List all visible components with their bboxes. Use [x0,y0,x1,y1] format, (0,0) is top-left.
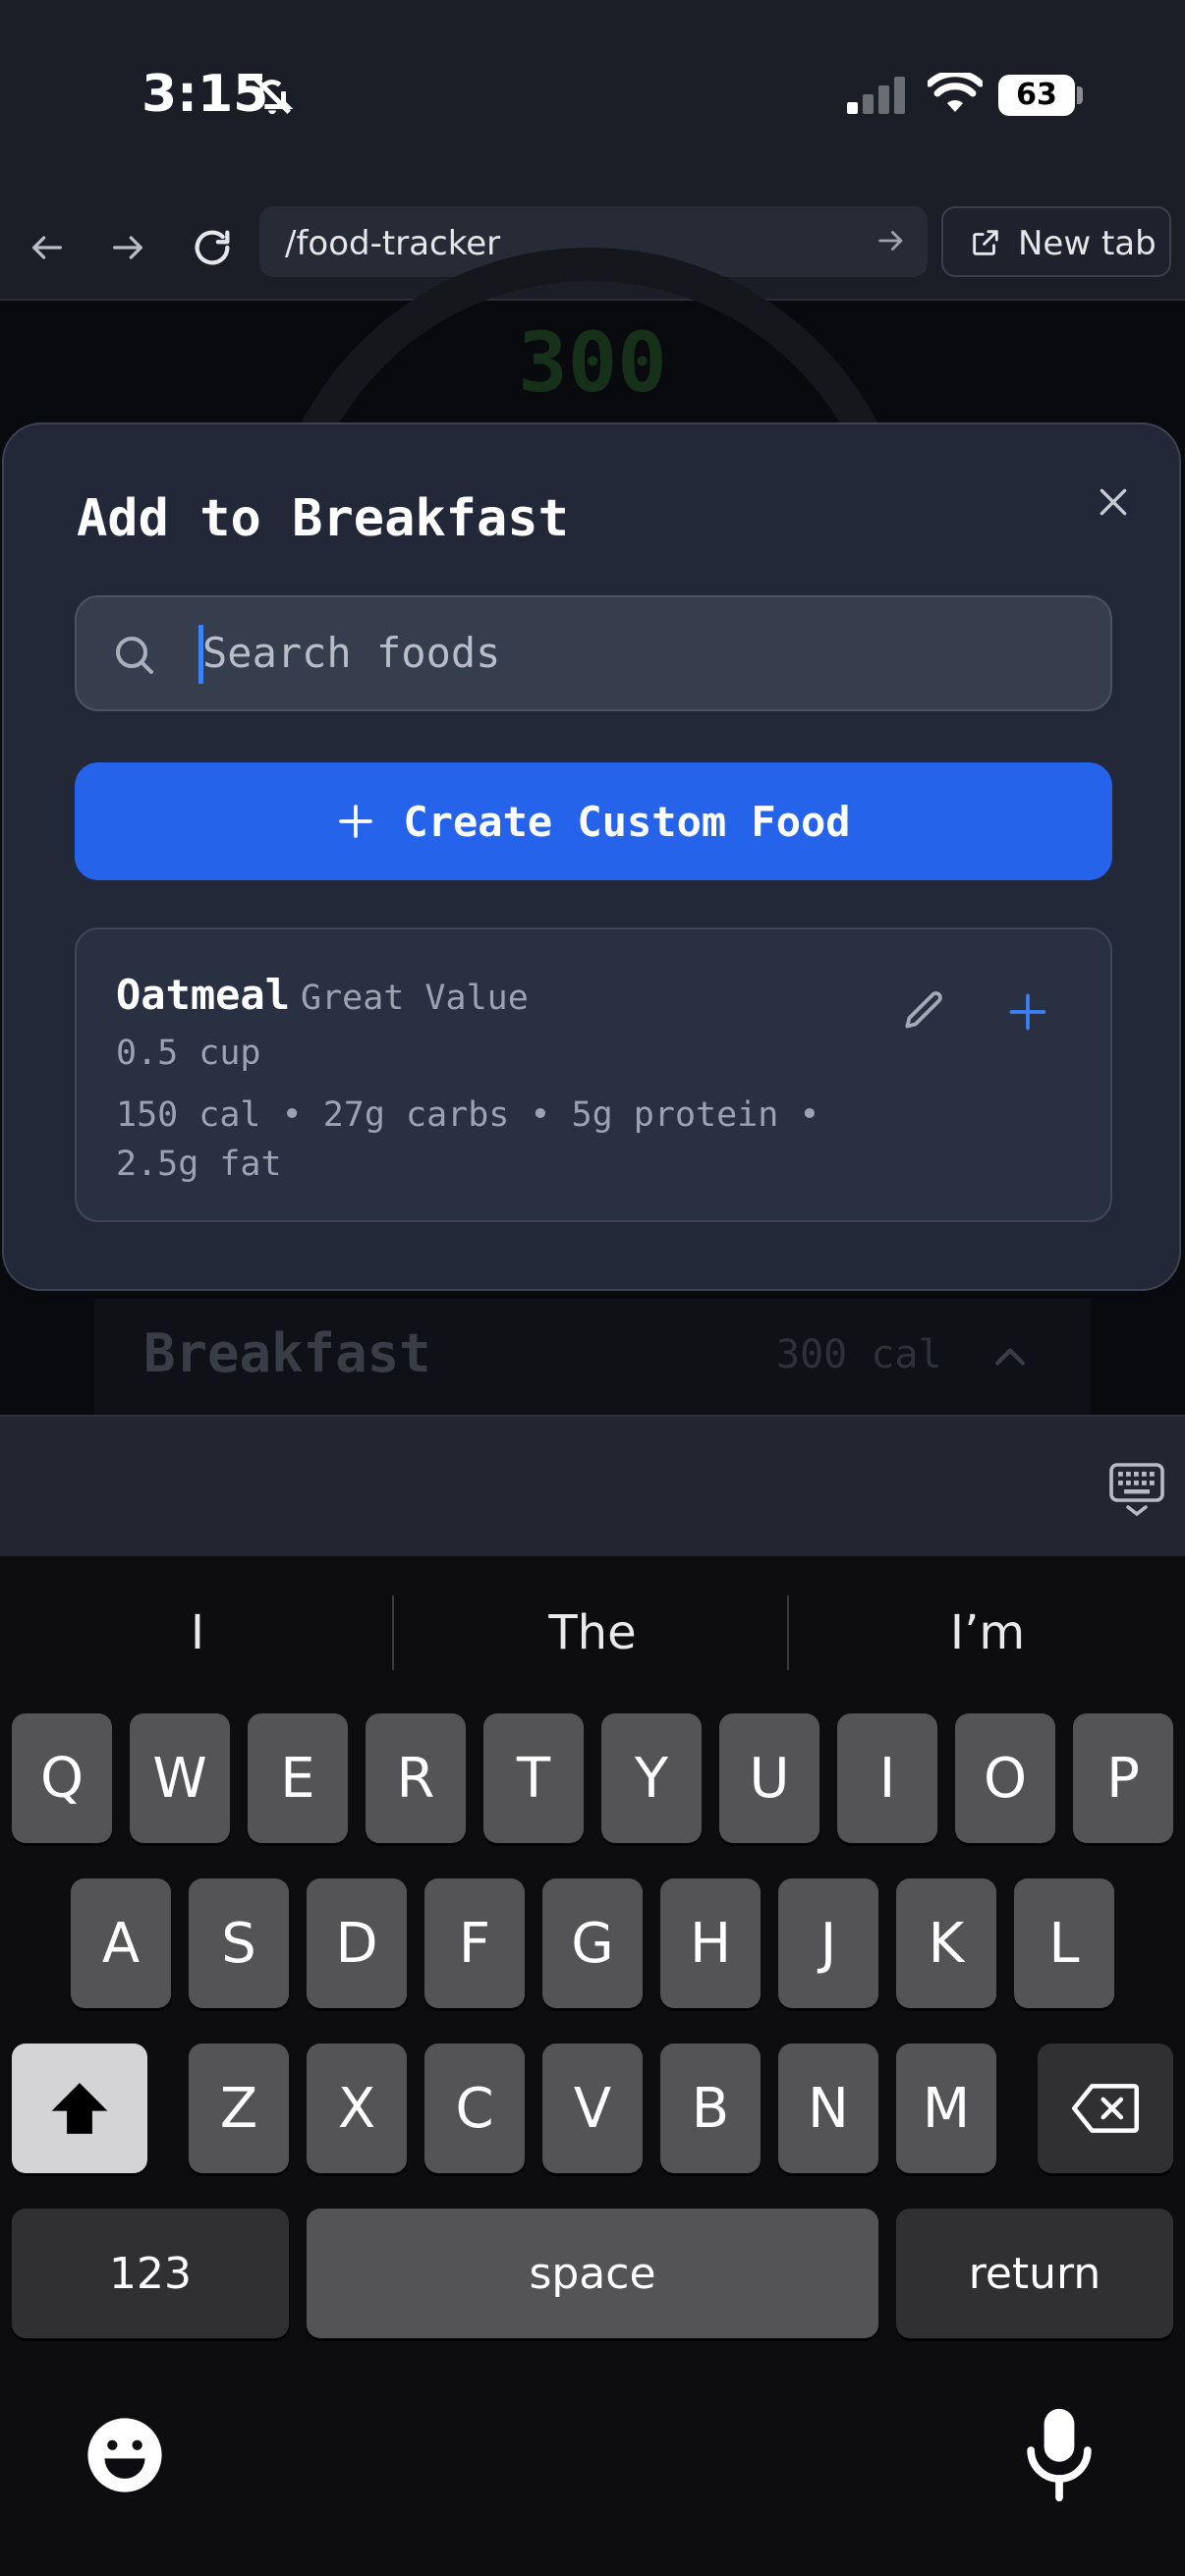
key-l[interactable]: L [1014,1878,1114,2008]
key-w[interactable]: W [130,1713,230,1843]
status-bar: 3:15 63 [0,0,1185,196]
space-key[interactable]: space [307,2209,878,2338]
food-macros: 150 cal • 27g carbs • 5g protein • 2.5g … [116,1095,820,1184]
key-n[interactable]: N [778,2044,878,2173]
new-tab-label: New tab [1018,224,1157,263]
prediction-2[interactable]: The [395,1556,790,1709]
key-e[interactable]: E [248,1713,348,1843]
pencil-icon [905,991,942,1029]
key-y[interactable]: Y [601,1713,702,1843]
edit-food-button[interactable] [894,982,953,1041]
backspace-icon [1072,2084,1139,2133]
new-tab-button[interactable]: New tab [941,206,1171,277]
bell-muted-icon [250,73,295,122]
prediction-divider [787,1596,789,1670]
key-v[interactable]: V [542,2044,643,2173]
meal-card-breakfast[interactable]: Breakfast 300 cal [94,1299,1091,1417]
plus-icon [336,802,375,841]
forward-button[interactable] [98,218,157,277]
url-text: /food-tracker [285,224,501,263]
key-x[interactable]: X [307,2044,407,2173]
key-q[interactable]: Q [12,1713,112,1843]
key-c[interactable]: C [424,2044,525,2173]
key-u[interactable]: U [719,1713,819,1843]
key-o[interactable]: O [955,1713,1055,1843]
key-j[interactable]: J [778,1878,878,2008]
shift-icon [51,2083,108,2134]
create-custom-food-label: Create Custom Food [403,797,851,846]
search-placeholder: Search foods [202,629,501,677]
key-p[interactable]: P [1073,1713,1173,1843]
add-food-modal: Add to Breakfast Search foods Create Cus… [2,422,1181,1291]
food-name: Oatmeal [116,971,291,1019]
meal-title: Breakfast [143,1322,431,1384]
food-brand: Great Value [301,979,529,1018]
search-input[interactable]: Search foods [75,595,1112,711]
food-item-card[interactable]: Oatmeal Great Value 0.5 cup 150 cal • 27… [75,927,1112,1222]
key-k[interactable]: K [896,1878,996,2008]
wifi-icon [926,70,985,118]
reload-icon [195,230,230,265]
plus-icon [1009,993,1046,1031]
add-food-button[interactable] [998,982,1057,1041]
key-h[interactable]: H [660,1878,761,2008]
emoji-icon[interactable] [85,2415,165,2499]
back-button[interactable] [18,218,77,277]
arrow-right-icon [113,236,142,259]
shift-key[interactable] [12,2044,147,2173]
key-b[interactable]: B [660,2044,761,2173]
go-arrow-icon[interactable] [875,224,908,261]
key-a[interactable]: A [71,1878,171,2008]
return-key[interactable]: return [896,2209,1173,2338]
numbers-key[interactable]: 123 [12,2209,289,2338]
meal-calories: 300 cal [776,1332,942,1377]
keyboard-accessory-bar [0,1415,1185,1558]
prediction-divider [392,1596,394,1670]
key-g[interactable]: G [542,1878,643,2008]
modal-title: Add to Breakfast [77,489,569,548]
search-icon [110,631,157,682]
food-serving: 0.5 cup [116,1034,261,1073]
key-r[interactable]: R [366,1713,466,1843]
chevron-up-icon[interactable] [988,1336,1032,1383]
prediction-3[interactable]: I’m [790,1556,1185,1709]
close-button[interactable] [1091,479,1136,525]
arrow-left-icon [32,236,62,259]
delete-key[interactable] [1038,2044,1173,2173]
reload-button[interactable] [183,218,242,277]
key-t[interactable]: T [483,1713,584,1843]
key-m[interactable]: M [896,2044,996,2173]
keyboard-dismiss-icon[interactable] [1108,1462,1165,1521]
battery-indicator: 63 [998,75,1075,116]
keyboard: I The I’m Q W E R T Y U I O P A S D F G … [0,1556,1185,2576]
key-d[interactable]: D [307,1878,407,2008]
battery-nub [1077,86,1083,104]
prediction-1[interactable]: I [0,1556,395,1709]
key-f[interactable]: F [424,1878,525,2008]
microphone-icon[interactable] [1020,2405,1099,2507]
key-s[interactable]: S [189,1878,289,2008]
key-z[interactable]: Z [189,2044,289,2173]
close-icon [1100,488,1127,516]
external-link-icon [969,226,1002,263]
create-custom-food-button[interactable]: Create Custom Food [75,762,1112,880]
cellular-signal-icon [847,77,908,118]
key-i[interactable]: I [837,1713,937,1843]
calories-total: 300 [518,314,667,411]
